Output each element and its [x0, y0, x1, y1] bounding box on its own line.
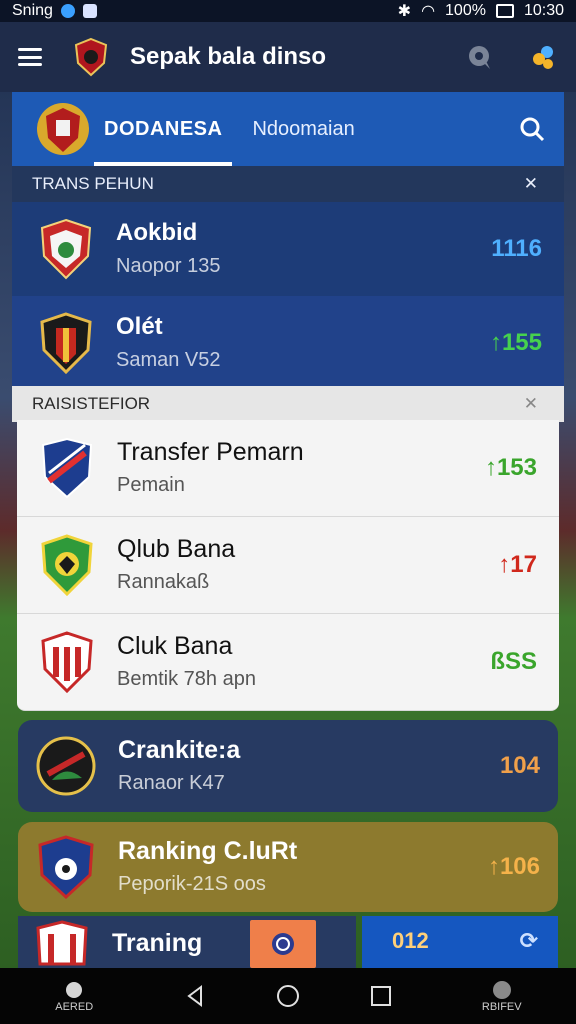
stats-tile[interactable]: 012 ⟳ — [362, 916, 558, 970]
search-icon[interactable] — [518, 115, 546, 143]
bluetooth-icon: ✱ — [397, 3, 412, 20]
ranking-card[interactable]: Crankite:a Ranaor K47 104 — [18, 720, 558, 812]
item-subtitle: Rannakaß — [117, 571, 210, 593]
item-subtitle: Pemain — [117, 474, 185, 496]
item-value: ↑155 — [489, 329, 542, 356]
apps-icon[interactable] — [530, 43, 558, 71]
wifi-icon: ◠ — [421, 3, 436, 20]
clock: 10:30 — [523, 2, 564, 19]
club-crest-icon — [41, 437, 93, 499]
card-title: Ranking C.luRt — [118, 837, 298, 865]
up-arrow-icon: ↑ — [484, 454, 497, 481]
profile-icon — [492, 981, 511, 999]
club-logo-icon — [74, 37, 108, 77]
up-arrow-icon: ↑ — [498, 551, 511, 578]
item-value: ↑17 — [498, 551, 537, 578]
club-crest-icon — [36, 920, 88, 966]
close-icon[interactable]: ✕ — [524, 174, 538, 194]
item-value: ßSS — [490, 648, 537, 675]
card-title: Crankite:a — [118, 736, 241, 764]
nav-aered[interactable]: AERED — [34, 979, 114, 1013]
nav-label: AERED — [55, 1001, 94, 1013]
tile-value: 012 — [392, 928, 429, 953]
nav-label: RBIFEV — [481, 1001, 522, 1013]
card-subtitle: Peporik-21S oos — [118, 873, 266, 895]
robot-icon — [66, 982, 83, 998]
tile-title: Traning — [112, 928, 203, 957]
section-header-raisistefior: RAISISTEFIOR ✕ — [12, 386, 564, 422]
battery-percent: 100% — [445, 2, 486, 19]
status-bar: Sning ✱ ◠ 100% 10:30 — [0, 0, 576, 22]
battery-icon — [495, 4, 514, 18]
refresh-icon: ⟳ — [519, 928, 538, 953]
tab-bar: DODANESA Ndoomaian — [12, 92, 564, 166]
play-button[interactable] — [250, 920, 316, 968]
card-value: ↑106 — [487, 853, 540, 880]
item-value: ↑153 — [484, 454, 537, 481]
up-arrow-icon: ↑ — [489, 329, 502, 356]
club-crest-icon — [40, 312, 92, 374]
nav-rbifev[interactable]: RBIFEV — [462, 979, 542, 1013]
list-item[interactable]: Qlub Bana Rannakaß ↑17 — [17, 517, 559, 614]
back-icon[interactable] — [183, 984, 207, 1008]
section-title: RAISISTEFIOR — [32, 394, 151, 413]
globe-icon — [60, 4, 75, 18]
chat-icon[interactable] — [466, 43, 494, 71]
home-icon[interactable] — [275, 983, 301, 1009]
item-subtitle: Bemtik 78h apn — [117, 668, 256, 690]
recents-icon[interactable] — [369, 984, 393, 1008]
item-subtitle: Saman V52 — [116, 349, 221, 371]
item-title: Olét — [116, 313, 163, 340]
list-item[interactable]: Cluk Bana Bemtik 78h apn ßSS — [17, 614, 559, 711]
app-bar: Sepak bala dinso — [0, 22, 576, 92]
club-crest-icon — [41, 534, 93, 596]
close-icon[interactable]: ✕ — [524, 394, 538, 414]
item-title: Qlub Bana — [117, 535, 236, 563]
item-title: Transfer Pemarn — [117, 438, 304, 466]
club-crest-icon — [38, 835, 94, 899]
training-tile[interactable]: Traning — [18, 916, 356, 970]
item-title: Cluk Bana — [117, 632, 233, 660]
menu-icon[interactable] — [18, 48, 42, 66]
bottom-tiles: Traning 012 ⟳ — [18, 916, 558, 970]
section-header-trans: TRANS PEHUN ✕ — [12, 166, 564, 202]
tab-ndoomaian[interactable]: Ndoomaian — [252, 118, 518, 141]
system-nav-bar: AERED RBIFEV — [0, 968, 576, 1024]
tab-dodanesa[interactable]: DODANESA — [93, 92, 233, 166]
target-icon — [272, 933, 294, 955]
item-subtitle: Naopor 135 — [116, 255, 221, 277]
item-value: 1116 — [491, 235, 542, 262]
app-title: Sepak bala dinso — [130, 43, 327, 70]
list-item[interactable]: Transfer Pemarn Pemain ↑153 — [17, 420, 559, 517]
carrier-label: Sning — [12, 2, 53, 19]
card-subtitle: Ranaor K47 — [118, 772, 225, 794]
ranking-card[interactable]: Ranking C.luRt Peporik-21S oos ↑106 — [18, 822, 558, 912]
list-item[interactable]: Aokbid Naopor 135 1116 — [12, 202, 564, 296]
up-arrow-icon: ↑ — [487, 853, 500, 880]
club-crest-icon — [36, 736, 96, 796]
item-title: Aokbid — [116, 219, 198, 246]
app-notification-icon — [82, 4, 97, 18]
club-crest-icon — [41, 631, 93, 693]
card-value: 104 — [499, 752, 540, 779]
list-item[interactable]: Olét Saman V52 ↑155 — [12, 296, 564, 390]
club-crest-icon — [40, 218, 92, 280]
section-title: TRANS PEHUN — [32, 174, 154, 193]
league-logo-icon — [37, 103, 89, 155]
